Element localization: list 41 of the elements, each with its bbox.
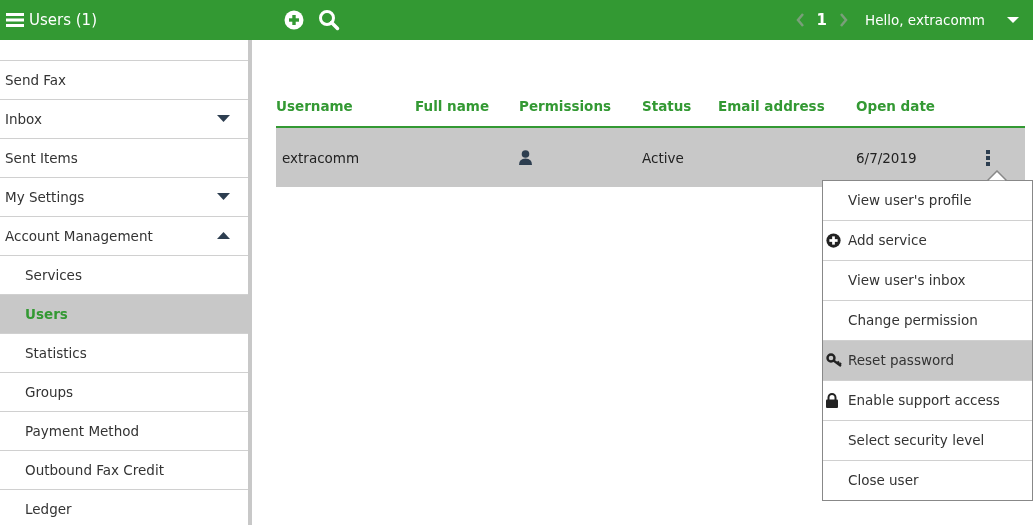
sidebar-item[interactable]: Send Fax [0, 60, 248, 99]
sidebar-item[interactable]: Account Management [0, 216, 248, 255]
column-header[interactable]: Open date [856, 98, 935, 114]
column-header[interactable]: Username [276, 98, 353, 114]
column-header[interactable]: Permissions [519, 98, 612, 114]
sidebar-item[interactable]: Ledger [0, 489, 248, 525]
page-title: Users (1) [29, 11, 98, 29]
sidebar-item[interactable]: Sent Items [0, 138, 248, 177]
add-icon [826, 232, 841, 248]
menu-item[interactable]: Reset password [823, 339, 1032, 380]
caret-icon [217, 193, 230, 201]
table-cell: extracomm [282, 149, 360, 166]
key-icon [826, 353, 843, 367]
column-header[interactable]: Status [642, 98, 692, 114]
column-header[interactable]: Full name [415, 98, 490, 114]
sidebar-item[interactable]: My Settings [0, 177, 248, 216]
more-icon[interactable] [986, 149, 990, 166]
menu-item[interactable]: Add service [823, 219, 1032, 260]
menu-item[interactable]: Close user [823, 459, 1032, 500]
menu-icon[interactable] [6, 12, 24, 28]
table-cell: Active [642, 149, 684, 166]
column-header[interactable]: Email address [718, 98, 825, 114]
page-number: 1 [816, 11, 828, 29]
caret-icon[interactable] [1007, 16, 1019, 24]
table-cell: 6/7/2019 [856, 149, 917, 166]
table-row[interactable]: extracomm Active 6/7/2019 [276, 128, 1025, 187]
menu-item[interactable]: Enable support access [823, 379, 1032, 420]
sidebar-item[interactable]: Outbound Fax Credit [0, 450, 248, 489]
sidebar-item[interactable]: Inbox [0, 99, 248, 138]
menu-item[interactable]: Select security level [823, 419, 1032, 460]
sidebar-item[interactable]: Payment Method [0, 411, 248, 450]
search-icon[interactable] [318, 9, 340, 31]
caret-icon [217, 232, 230, 240]
sidebar-item[interactable]: Groups [0, 372, 248, 411]
menu-item[interactable]: Change permission [823, 299, 1032, 340]
user-greeting[interactable]: Hello, extracomm [865, 12, 985, 28]
sidebar-item[interactable]: Statistics [0, 333, 248, 372]
caret-icon [217, 115, 230, 123]
lock-icon [826, 392, 838, 408]
add-icon[interactable] [284, 10, 304, 30]
menu-item[interactable]: View user's inbox [823, 259, 1032, 300]
